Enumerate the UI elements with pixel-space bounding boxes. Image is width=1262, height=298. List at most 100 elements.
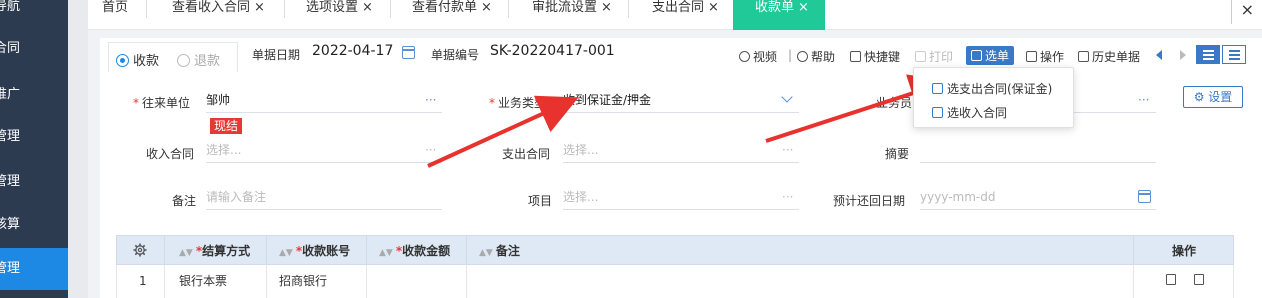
more-icon[interactable]: ···	[425, 93, 436, 107]
tab-label: 选项设置	[306, 0, 359, 15]
printer-icon	[915, 51, 926, 62]
copy-icon[interactable]	[1194, 274, 1204, 285]
project-label: 项目	[528, 194, 553, 208]
close-icon[interactable]: ×	[601, 0, 612, 15]
column-settings-gear-icon[interactable]	[133, 243, 147, 257]
print-button[interactable]: 打印	[915, 48, 953, 65]
calendar-icon[interactable]	[1138, 190, 1151, 203]
settings-button[interactable]: ⚙ 设置	[1183, 86, 1243, 108]
sidebar-item-label: 导航	[0, 0, 21, 14]
column-header-actions: 操作	[1172, 244, 1197, 258]
project-field[interactable]: 选择...	[563, 186, 799, 210]
required-mark: *	[489, 96, 495, 110]
column-header-remark[interactable]: ▲▼ 备注	[479, 236, 520, 266]
sidebar-item-nav[interactable]: 导航	[0, 0, 68, 28]
sort-icon[interactable]: ▲▼	[279, 248, 293, 258]
more-icon[interactable]: ···	[425, 143, 436, 157]
toolbar-separator: |	[788, 48, 793, 62]
business-type-label: * 业务类型	[489, 94, 546, 111]
tab-receipt[interactable]: 收款单 ×	[733, 0, 825, 30]
operation-button[interactable]: 操作	[1026, 48, 1064, 65]
business-type-select[interactable]: 收到保证金/押金	[563, 89, 799, 113]
column-divider	[1133, 265, 1134, 298]
close-icon[interactable]: ×	[798, 0, 809, 15]
tab-option-settings[interactable]: 选项设置 ×	[306, 0, 373, 30]
sidebar-item-management-active[interactable]: 管理	[0, 248, 68, 290]
select-order-button[interactable]: 选单	[966, 46, 1015, 65]
card-icon-line	[1229, 54, 1240, 56]
history-label: 历史单据	[1092, 50, 1141, 64]
expense-contract-field[interactable]: 选择...	[563, 139, 799, 163]
list-icon	[1203, 50, 1214, 52]
sidebar-item-management-1[interactable]: 管理	[0, 116, 68, 158]
cell-account[interactable]: 招商银行	[279, 265, 327, 298]
column-divider	[266, 236, 267, 266]
select-icon	[932, 107, 943, 118]
close-icon[interactable]: ×	[254, 0, 265, 15]
column-divider	[266, 265, 267, 298]
select-icon	[971, 50, 982, 61]
delete-icon[interactable]	[1166, 274, 1176, 285]
tab-label: 支出合同	[652, 0, 705, 15]
column-header-settlement[interactable]: ▲▼ *结算方式	[179, 236, 250, 266]
counterparty-label: * 往来单位	[133, 94, 190, 111]
income-contract-field[interactable]: 选择...	[206, 139, 442, 163]
sidebar-item-management-2[interactable]: 管理	[0, 161, 68, 203]
help-button[interactable]: 帮助	[797, 48, 835, 65]
more-icon[interactable]: ···	[782, 143, 793, 157]
tab-approval-settings[interactable]: 审批流设置 ×	[532, 0, 612, 30]
video-button[interactable]: 视频	[739, 48, 777, 65]
column-divider	[366, 265, 367, 298]
sidebar: 导航 合同 推广 管理 管理 核算 管理	[0, 0, 68, 298]
column-label: 收款账号	[302, 244, 351, 258]
expected-return-date-field[interactable]: yyyy-mm-dd	[920, 186, 1156, 210]
history-button[interactable]: 历史单据	[1078, 48, 1140, 65]
more-icon[interactable]: ···	[782, 190, 793, 204]
sort-icon[interactable]: ▲▼	[379, 248, 393, 258]
shortcut-button[interactable]: 快捷键	[850, 48, 900, 65]
more-icon[interactable]: ···	[1138, 93, 1149, 107]
sidebar-item-label: 管理	[0, 261, 21, 276]
sort-icon[interactable]: ▲▼	[179, 248, 193, 258]
tab-separator	[146, 0, 147, 18]
tab-view-payment[interactable]: 查看付款单 ×	[412, 0, 492, 30]
select-label: 选单	[985, 49, 1010, 63]
operation-label: 操作	[1040, 50, 1065, 64]
card-view-button[interactable]	[1222, 45, 1246, 64]
video-label: 视频	[753, 50, 778, 64]
column-header-account[interactable]: ▲▼ *收款账号	[279, 236, 350, 266]
list-view-button[interactable]	[1196, 45, 1220, 64]
counterparty-field[interactable]: 邹帅	[206, 89, 442, 113]
close-icon[interactable]: ×	[362, 0, 373, 15]
sidebar-item-label: 管理	[0, 174, 21, 189]
tab-separator	[508, 0, 509, 18]
dropdown-item-income-contract[interactable]: 选收入合同	[932, 104, 1007, 121]
prev-arrow-icon[interactable]	[1156, 50, 1162, 60]
summary-field[interactable]	[920, 139, 1156, 163]
close-icon[interactable]: ×	[708, 0, 719, 15]
column-header-amount[interactable]: ▲▼ *收款金额	[379, 236, 450, 266]
dropdown-item-expense-contract-deposit[interactable]: 选支出合同(保证金)	[932, 80, 1052, 97]
sidebar-item-promotion[interactable]: 推广	[0, 74, 68, 116]
play-icon	[739, 51, 750, 62]
tab-home[interactable]: 首页	[102, 0, 128, 30]
tab-view-income-contract[interactable]: 查看收入合同 ×	[172, 0, 265, 30]
column-label: 结算方式	[202, 244, 251, 258]
sidebar-item-accounting[interactable]: 核算	[0, 204, 68, 246]
column-label: 备注	[495, 244, 520, 258]
income-contract-label: 收入合同	[146, 147, 195, 161]
card-icon	[1229, 50, 1240, 52]
tab-label: 查看收入合同	[172, 0, 251, 15]
table-row[interactable]: 1 银行本票 招商银行	[116, 265, 1234, 298]
column-label: 收款金额	[402, 244, 451, 258]
sort-icon[interactable]: ▲▼	[479, 248, 493, 258]
close-icon[interactable]: ×	[481, 0, 492, 15]
tab-expense-contract[interactable]: 支出合同 ×	[652, 0, 719, 30]
dropdown-item-label: 选收入合同	[947, 106, 1008, 120]
summary-label: 摘要	[885, 147, 910, 161]
window-close-icon[interactable]: ×	[1241, 0, 1254, 19]
list-icon-line	[1203, 54, 1214, 56]
remark-field[interactable]: 请输入备注	[206, 186, 442, 210]
cell-settlement[interactable]: 银行本票	[179, 265, 227, 298]
next-arrow-icon[interactable]	[1180, 50, 1186, 60]
